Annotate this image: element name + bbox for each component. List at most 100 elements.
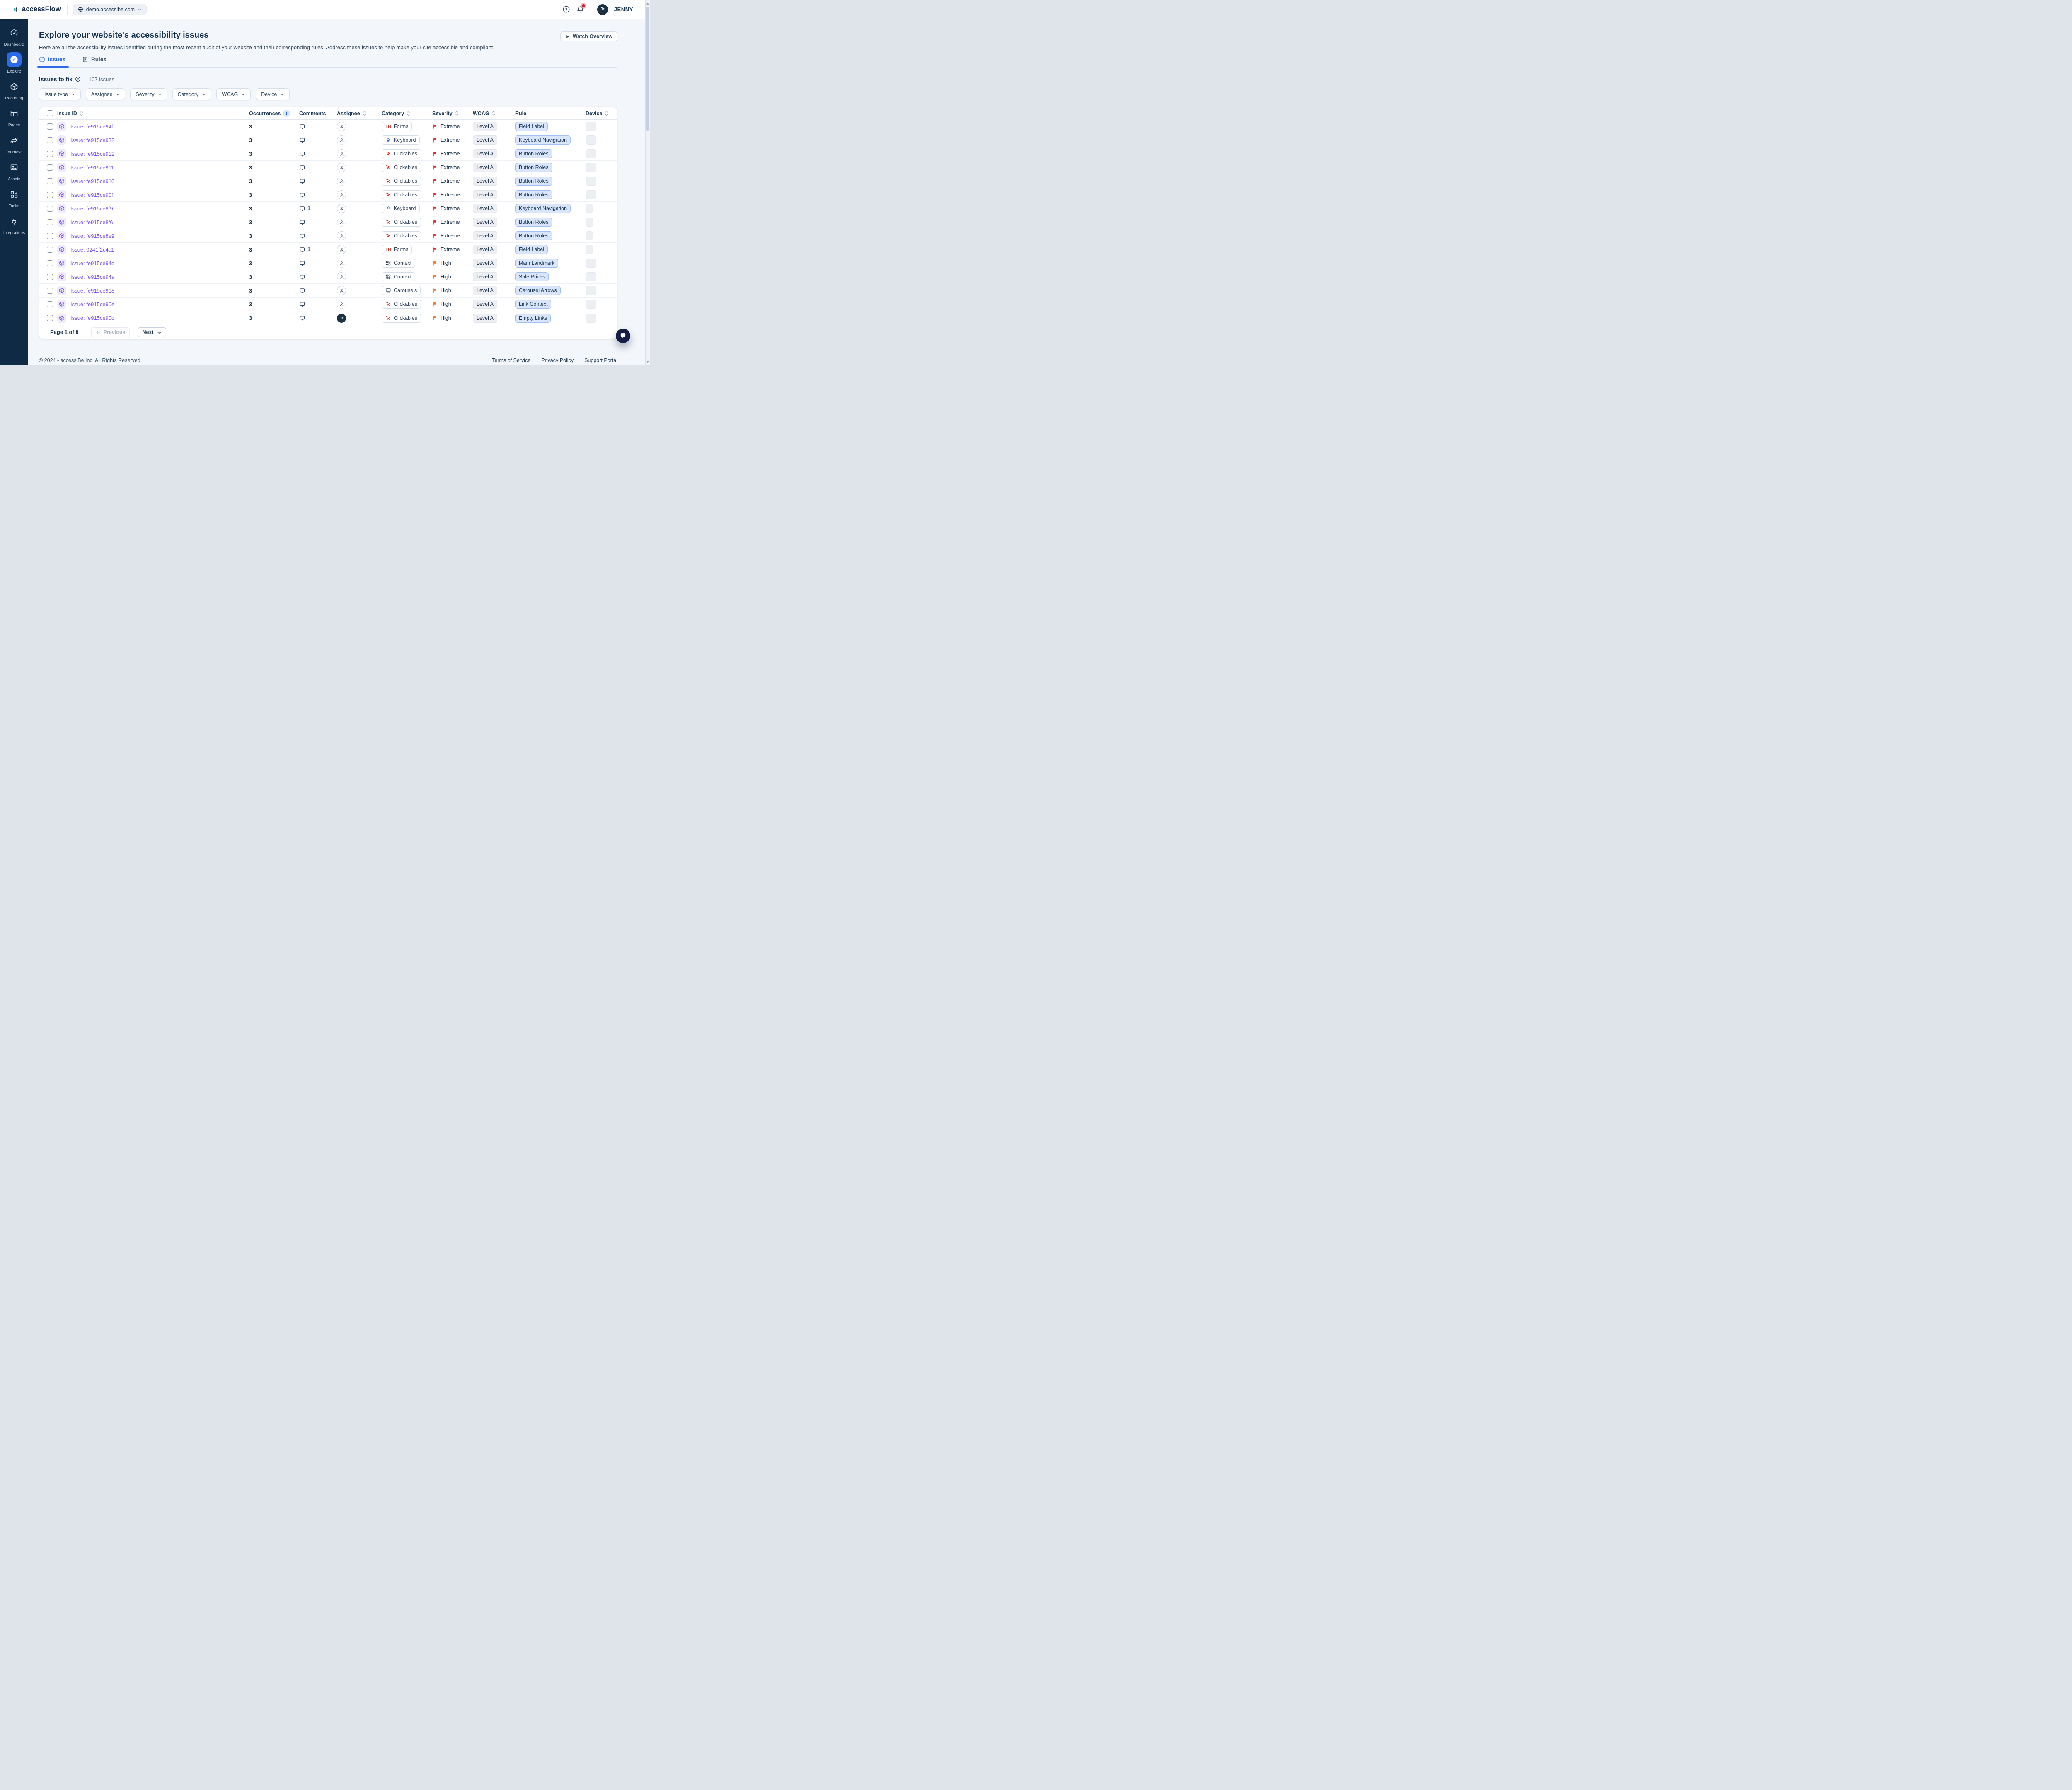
comments-cell[interactable] xyxy=(295,178,334,184)
tab-rules[interactable]: Rules xyxy=(82,56,107,67)
row-checkbox[interactable] xyxy=(47,260,53,266)
comments-cell[interactable]: 1 xyxy=(295,206,334,212)
user-avatar[interactable]: Jr xyxy=(597,4,608,15)
scrollbar-thumb[interactable] xyxy=(646,7,649,131)
sidebar-item-explore[interactable]: Explore xyxy=(0,52,28,74)
issue-link[interactable]: Issue: fe915ce94c xyxy=(70,260,114,266)
comments-cell[interactable] xyxy=(295,301,334,307)
footer-link-terms-of-service[interactable]: Terms of Service xyxy=(492,358,530,363)
next-page-button[interactable]: Next xyxy=(138,327,166,337)
comments-cell[interactable]: 1 xyxy=(295,247,334,253)
row-checkbox[interactable] xyxy=(47,206,53,212)
sidebar-item-dashboard[interactable]: Dashboard xyxy=(0,25,28,47)
assign-user-button[interactable] xyxy=(337,231,346,240)
tab-issues[interactable]: Issues xyxy=(39,56,65,67)
assign-user-button[interactable] xyxy=(337,177,346,186)
site-selector[interactable]: demo.accessibe.com xyxy=(73,4,147,15)
comments-cell[interactable] xyxy=(295,164,334,171)
assign-user-button[interactable] xyxy=(337,272,346,281)
sidebar-item-assets[interactable]: Assets xyxy=(0,160,28,181)
row-checkbox[interactable] xyxy=(47,164,53,171)
row-checkbox[interactable] xyxy=(47,137,53,143)
assign-user-button[interactable] xyxy=(337,135,346,145)
footer-link-privacy-policy[interactable]: Privacy Policy xyxy=(541,358,574,363)
sort-icon[interactable] xyxy=(492,111,496,116)
issue-link[interactable]: Issue: fe915ce912 xyxy=(70,151,114,157)
assign-user-button[interactable] xyxy=(337,218,346,227)
assign-user-button[interactable] xyxy=(337,149,346,158)
previous-page-button[interactable]: Previous xyxy=(91,327,130,337)
row-checkbox[interactable] xyxy=(47,192,53,198)
row-checkbox[interactable] xyxy=(47,178,53,184)
issue-link[interactable]: Issue: fe915ce911 xyxy=(70,164,114,171)
sort-down-icon[interactable] xyxy=(283,110,290,117)
row-checkbox[interactable] xyxy=(47,151,53,157)
row-checkbox[interactable] xyxy=(47,233,53,239)
comments-cell[interactable] xyxy=(295,274,334,280)
comments-cell[interactable] xyxy=(295,233,334,239)
issue-link[interactable]: Issue: fe915ce90e xyxy=(70,301,114,307)
help-icon[interactable] xyxy=(562,5,570,13)
row-checkbox[interactable] xyxy=(47,315,53,321)
filter-severity[interactable]: Severity xyxy=(130,88,167,100)
sort-icon[interactable] xyxy=(455,111,459,116)
row-checkbox[interactable] xyxy=(47,123,53,130)
comments-cell[interactable] xyxy=(295,137,334,143)
scroll-down-arrow[interactable] xyxy=(646,361,649,363)
assign-user-button[interactable] xyxy=(337,163,346,172)
scroll-up-arrow[interactable] xyxy=(646,2,649,5)
row-checkbox[interactable] xyxy=(47,274,53,280)
assign-user-button[interactable] xyxy=(337,286,346,295)
sidebar-item-tasks[interactable]: Tasks xyxy=(0,187,28,208)
sidebar-item-recurring[interactable]: Recurring xyxy=(0,79,28,101)
issue-link[interactable]: Issue: fe915ce910 xyxy=(70,178,114,184)
filter-wcag[interactable]: WCAG xyxy=(216,88,251,100)
comments-cell[interactable] xyxy=(295,219,334,225)
comments-cell[interactable] xyxy=(295,315,334,321)
issue-link[interactable]: Issue: fe915ce932 xyxy=(70,137,114,143)
issue-link[interactable]: Issue: fe915ce8e9 xyxy=(70,233,114,239)
filter-issue-type[interactable]: Issue type xyxy=(39,88,81,100)
comments-cell[interactable] xyxy=(295,260,334,266)
sort-icon[interactable] xyxy=(363,111,366,116)
issue-link[interactable]: Issue: fe915ce90c xyxy=(70,315,114,321)
sidebar-item-journeys[interactable]: Journeys xyxy=(0,133,28,155)
question-circle-icon[interactable] xyxy=(75,76,81,82)
issue-link[interactable]: Issue: fe915ce918 xyxy=(70,288,114,294)
sort-icon[interactable] xyxy=(605,111,608,116)
sidebar-item-integrations[interactable]: Integrations xyxy=(0,214,28,235)
comments-cell[interactable] xyxy=(295,123,334,130)
assign-user-button[interactable] xyxy=(337,245,346,254)
filter-device[interactable]: Device xyxy=(256,88,290,100)
issue-link[interactable]: Issue: 0241f2c4c1 xyxy=(70,247,114,253)
assignee-avatar[interactable]: Jr xyxy=(337,314,346,323)
notifications-bell-icon[interactable] xyxy=(576,5,584,13)
select-all-checkbox[interactable] xyxy=(47,110,53,116)
comments-cell[interactable] xyxy=(295,192,334,198)
issue-link[interactable]: Issue: fe915ce94f xyxy=(70,123,113,130)
sort-icon[interactable] xyxy=(80,111,83,116)
assign-user-button[interactable] xyxy=(337,259,346,268)
row-checkbox[interactable] xyxy=(47,288,53,294)
row-checkbox[interactable] xyxy=(47,247,53,253)
row-checkbox[interactable] xyxy=(47,219,53,225)
comments-cell[interactable] xyxy=(295,151,334,157)
issue-link[interactable]: Issue: fe915ce8f9 xyxy=(70,206,113,212)
assign-user-button[interactable] xyxy=(337,204,346,213)
row-checkbox[interactable] xyxy=(47,301,53,307)
sort-icon[interactable] xyxy=(407,111,410,116)
filter-assignee[interactable]: Assignee xyxy=(86,88,125,100)
chat-widget-button[interactable] xyxy=(616,329,630,343)
vertical-scrollbar[interactable] xyxy=(645,0,650,365)
issue-link[interactable]: Issue: fe915ce94a xyxy=(70,274,114,280)
filter-category[interactable]: Category xyxy=(172,88,212,100)
assign-user-button[interactable] xyxy=(337,190,346,199)
comments-cell[interactable] xyxy=(295,288,334,294)
sidebar-item-pages[interactable]: Pages xyxy=(0,106,28,128)
watch-overview-button[interactable]: Watch Overview xyxy=(560,31,617,41)
footer-link-support-portal[interactable]: Support Portal xyxy=(584,358,617,363)
issue-link[interactable]: Issue: fe915ce8f6 xyxy=(70,219,113,225)
assign-user-button[interactable] xyxy=(337,300,346,309)
issue-link[interactable]: Issue: fe915ce90f xyxy=(70,192,113,198)
assign-user-button[interactable] xyxy=(337,122,346,131)
